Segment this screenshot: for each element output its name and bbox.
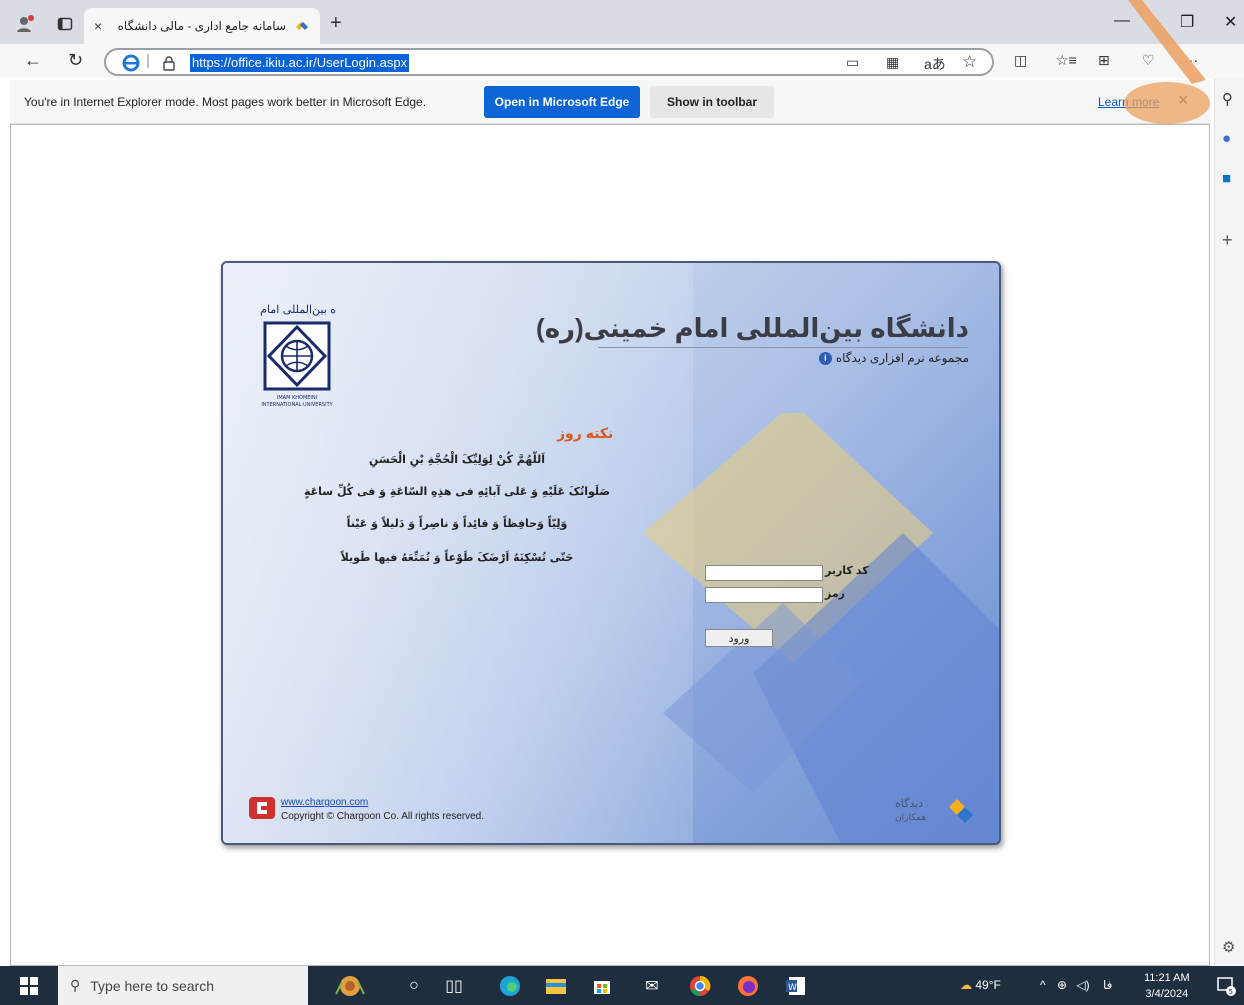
read-aloud-icon[interactable]: aあ xyxy=(924,54,946,74)
mail-icon[interactable]: ✉ xyxy=(640,974,664,998)
university-logo: دانشگاه بین‌المللی امام خمینی IMAM KHOME… xyxy=(257,303,337,408)
back-icon[interactable]: ← xyxy=(24,50,42,71)
cortana-icon[interactable]: ○ xyxy=(402,974,426,998)
prayer-line-1: اَللّهُمَّ کُنْ لِوَلِیِّکَ الْحُجَّةِ ب… xyxy=(368,453,545,466)
svg-text:W: W xyxy=(788,983,797,993)
settings-gear-icon[interactable]: ⚙ xyxy=(1222,938,1235,956)
university-name: دانشگاه بین‌المللی امام خمینی(ره) xyxy=(536,313,969,343)
ie-mode-infobar: You're in Internet Explorer mode. Most p… xyxy=(10,80,1210,124)
word-icon[interactable]: W xyxy=(784,974,808,998)
volume-icon[interactable]: ◁) xyxy=(1076,978,1089,992)
file-explorer-icon[interactable] xyxy=(544,974,568,998)
search-icon: ⚲ xyxy=(70,977,81,993)
title-divider xyxy=(598,347,968,348)
open-in-edge-button[interactable]: Open in Microsoft Edge xyxy=(484,86,640,118)
language-indicator[interactable]: فا xyxy=(1103,978,1112,992)
notifications-icon[interactable]: 5 xyxy=(1214,974,1238,998)
browser-titlebar: سامانه جامع اداری - مالی دانشگاه × + — ❐… xyxy=(0,0,1244,44)
chargoon-link[interactable]: www.chargoon.com xyxy=(281,797,368,808)
chrome-icon[interactable] xyxy=(688,974,712,998)
widget-food-icon[interactable] xyxy=(330,974,370,998)
windows-start-icon[interactable] xyxy=(20,977,38,995)
address-row: ← ↻ | https://office.ikiu.ac.ir/UserLogi… xyxy=(0,44,1244,78)
address-bar[interactable]: | https://office.ikiu.ac.ir/UserLogin.as… xyxy=(104,48,994,76)
prayer-line-3: وَلِیّاً وَحافِظاً وَ قائِداً وَ ناصِراً… xyxy=(346,517,568,530)
qr-icon[interactable]: ▦ xyxy=(886,54,899,71)
svg-text:دیدگاه: دیدگاه xyxy=(895,797,923,810)
add-sidebar-icon[interactable]: + xyxy=(1222,230,1233,251)
weather-icon: ☁ xyxy=(960,978,972,992)
ie-mode-icon[interactable] xyxy=(122,54,140,72)
username-label: کد کاربر xyxy=(825,565,869,577)
copilot-icon[interactable]: ● xyxy=(1222,130,1231,147)
ie-mode-message: You're in Internet Explorer mode. Most p… xyxy=(24,95,427,109)
info-icon[interactable]: i xyxy=(818,351,832,365)
dididgah-watermark xyxy=(643,413,999,843)
split-screen-icon[interactable]: ◫ xyxy=(1014,52,1027,69)
login-panel: دانشگاه بین‌المللی امام خمینی IMAM KHOME… xyxy=(221,261,1001,845)
search-placeholder: Type here to search xyxy=(90,977,215,994)
weather-widget[interactable]: ☁ 49°F xyxy=(960,978,1001,992)
site-favicon-icon xyxy=(296,22,308,30)
network-icon[interactable]: ⊕ xyxy=(1057,978,1067,992)
password-field[interactable] xyxy=(705,587,823,603)
chargoon-logo xyxy=(249,797,275,819)
lock-icon[interactable] xyxy=(162,55,176,71)
store-icon[interactable] xyxy=(590,974,614,998)
svg-text:همکاران: همکاران xyxy=(895,813,926,823)
browser-tab[interactable]: سامانه جامع اداری - مالی دانشگاه × xyxy=(84,8,320,44)
page-viewport: دانشگاه بین‌المللی امام خمینی IMAM KHOME… xyxy=(10,124,1210,966)
prayer-line-4: حَتّی تُسْکِنَهُ اَرْضَکَ طَوْعاً وَ تُم… xyxy=(340,551,574,564)
svg-text:5: 5 xyxy=(1229,988,1233,996)
refresh-icon[interactable]: ↻ xyxy=(68,50,83,71)
password-label: رمز xyxy=(825,588,845,600)
favorite-star-icon[interactable]: ☆ xyxy=(962,52,977,72)
copyright-text: Copyright © Chargoon Co. All rights rese… xyxy=(281,811,485,822)
new-tab-button[interactable]: + xyxy=(330,12,342,35)
close-window-icon[interactable]: ✕ xyxy=(1224,12,1237,32)
taskbar-search-box[interactable]: ⚲ Type here to search xyxy=(58,966,308,1005)
svg-text:دانشگاه بین‌المللی امام خمینی: دانشگاه بین‌المللی امام خمینی xyxy=(257,303,337,316)
app-available-icon[interactable]: ▭ xyxy=(846,54,859,71)
subtitle-text: مجموعه نرم افزاری دیدگاه xyxy=(835,351,969,365)
edge-sidebar: ⚲ ● ■ + ⚙ xyxy=(1214,78,1244,966)
windows-taskbar: ⚲ Type here to search ○ ▯▯ ✉ W ☁ 49°F ^ … xyxy=(0,966,1244,1005)
weather-temp: 49°F xyxy=(975,978,1001,992)
show-in-toolbar-button[interactable]: Show in toolbar xyxy=(650,86,774,118)
tab-title: سامانه جامع اداری - مالی دانشگاه xyxy=(117,19,286,33)
taskbar-clock[interactable]: 11:21 AM 3/4/2024 xyxy=(1144,970,1190,1002)
clock-time: 11:21 AM xyxy=(1144,972,1190,984)
task-view-icon[interactable]: ▯▯ xyxy=(442,974,466,998)
annotation-arrow xyxy=(1128,0,1206,84)
favorites-icon[interactable]: ☆≡ xyxy=(1056,52,1077,69)
edge-taskbar-icon[interactable] xyxy=(498,974,522,998)
system-tray: ^ ⊕ ◁) فا xyxy=(1040,978,1112,992)
tab-actions-icon[interactable] xyxy=(54,13,76,35)
url-text[interactable]: https://office.ikiu.ac.ir/UserLogin.aspx xyxy=(190,54,410,72)
prayer-line-2: صَلَواتُکَ عَلَیْهِ وَ عَلی آبائِهِ فی ه… xyxy=(303,485,610,498)
tray-chevron-icon[interactable]: ^ xyxy=(1040,978,1046,992)
svg-text:INTERNATIONAL UNIVERSITY: INTERNATIONAL UNIVERSITY xyxy=(261,402,333,408)
search-icon[interactable]: ⚲ xyxy=(1222,90,1233,108)
software-suite-subtitle: مجموعه نرم افزاری دیدگاه i xyxy=(818,351,969,365)
outlook-icon[interactable]: ■ xyxy=(1222,170,1231,187)
tip-of-day-title: نکته روز xyxy=(557,425,614,441)
firefox-icon[interactable] xyxy=(736,974,760,998)
tab-close-button[interactable]: × xyxy=(94,18,102,34)
svg-text:IMAM KHOMEINI: IMAM KHOMEINI xyxy=(277,395,317,401)
didgah-logo: دیدگاه همکاران xyxy=(895,797,973,823)
username-field[interactable] xyxy=(705,565,823,581)
profile-icon[interactable] xyxy=(14,13,36,35)
login-button[interactable]: ورود xyxy=(705,629,773,647)
clock-date: 3/4/2024 xyxy=(1145,988,1189,1000)
